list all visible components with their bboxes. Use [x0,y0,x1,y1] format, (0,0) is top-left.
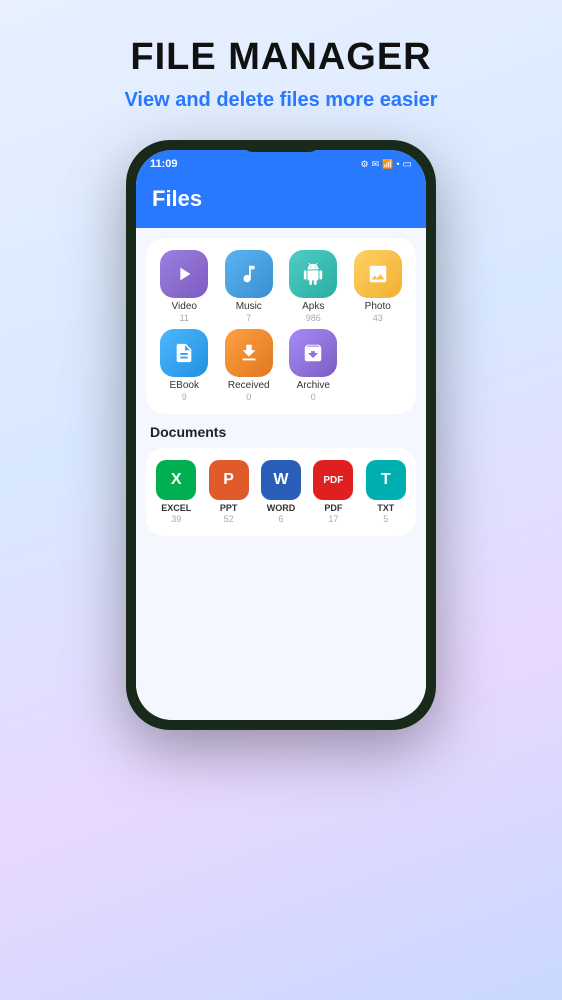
dot-indicator: • [396,159,399,169]
excel-count: 39 [171,514,181,524]
page-subtitle: View and delete files more easier [124,89,437,112]
ebook-label: EBook [170,380,199,391]
photo-count: 43 [373,313,383,323]
apks-icon [289,250,337,298]
archive-icon [289,329,337,377]
battery-icon: ▭ [403,159,412,170]
documents-card: X EXCEL 39 P PPT 52 W WORD [146,448,416,536]
signal-icon: 📶 [382,159,393,170]
apks-label: Apks [302,301,324,312]
file-item-archive[interactable]: Archive 0 [283,329,344,402]
excel-icon: X [156,460,196,500]
file-item-ebook[interactable]: EBook 9 [154,329,215,402]
music-label: Music [236,301,262,312]
phone-notch [241,140,321,152]
doc-item-ppt[interactable]: P PPT 52 [204,460,252,524]
doc-item-excel[interactable]: X EXCEL 39 [152,460,200,524]
excel-label: EXCEL [161,503,191,513]
pdf-icon: PDF [313,460,353,500]
app-header: Files [136,178,426,228]
video-label: Video [172,301,197,312]
phone-mockup: 11:09 ⚙ ✉ 📶 • ▭ Files [126,140,436,730]
video-icon [160,250,208,298]
documents-title: Documents [146,424,416,440]
status-icons: ⚙ ✉ 📶 • ▭ [361,159,412,170]
message-icon: ✉ [372,159,380,170]
file-grid-row1: Video 11 Music 7 [154,250,408,323]
status-time: 11:09 [150,158,178,170]
word-icon: W [261,460,301,500]
file-item-photo[interactable]: Photo 43 [348,250,409,323]
photo-icon [354,250,402,298]
doc-item-pdf[interactable]: PDF PDF 17 [309,460,357,524]
word-label: WORD [267,503,296,513]
doc-grid: X EXCEL 39 P PPT 52 W WORD [152,460,410,524]
file-item-apks[interactable]: Apks 986 [283,250,344,323]
doc-item-word[interactable]: W WORD 6 [257,460,305,524]
archive-label: Archive [297,380,330,391]
txt-count: 5 [383,514,388,524]
file-grid-card: Video 11 Music 7 [146,238,416,414]
settings-icon: ⚙ [361,159,369,170]
phone-screen: 11:09 ⚙ ✉ 📶 • ▭ Files [136,150,426,720]
status-bar: 11:09 ⚙ ✉ 📶 • ▭ [136,150,426,178]
file-grid-row2: EBook 9 Received 0 [154,329,408,402]
ppt-icon: P [209,460,249,500]
apks-count: 986 [306,313,321,323]
received-icon [225,329,273,377]
txt-icon: T [366,460,406,500]
pdf-label: PDF [324,503,342,513]
music-count: 7 [246,313,251,323]
photo-label: Photo [365,301,391,312]
phone-frame: 11:09 ⚙ ✉ 📶 • ▭ Files [126,140,436,730]
word-count: 6 [278,514,283,524]
video-count: 11 [180,313,189,323]
file-item-video[interactable]: Video 11 [154,250,215,323]
pdf-count: 17 [328,514,338,524]
ppt-count: 52 [224,514,234,524]
archive-count: 0 [311,392,316,402]
music-icon [225,250,273,298]
txt-label: TXT [377,503,394,513]
empty-slot [348,329,409,402]
doc-item-txt[interactable]: T TXT 5 [362,460,410,524]
documents-section: Documents X EXCEL 39 P PPT 52 [146,424,416,536]
ebook-icon [160,329,208,377]
file-item-received[interactable]: Received 0 [219,329,280,402]
ppt-label: PPT [220,503,238,513]
app-header-title: Files [152,186,202,211]
received-label: Received [228,380,270,391]
page-title: FILE MANAGER [130,36,431,79]
ebook-count: 9 [182,392,187,402]
file-item-music[interactable]: Music 7 [219,250,280,323]
app-content: Video 11 Music 7 [136,228,426,720]
received-count: 0 [246,392,251,402]
